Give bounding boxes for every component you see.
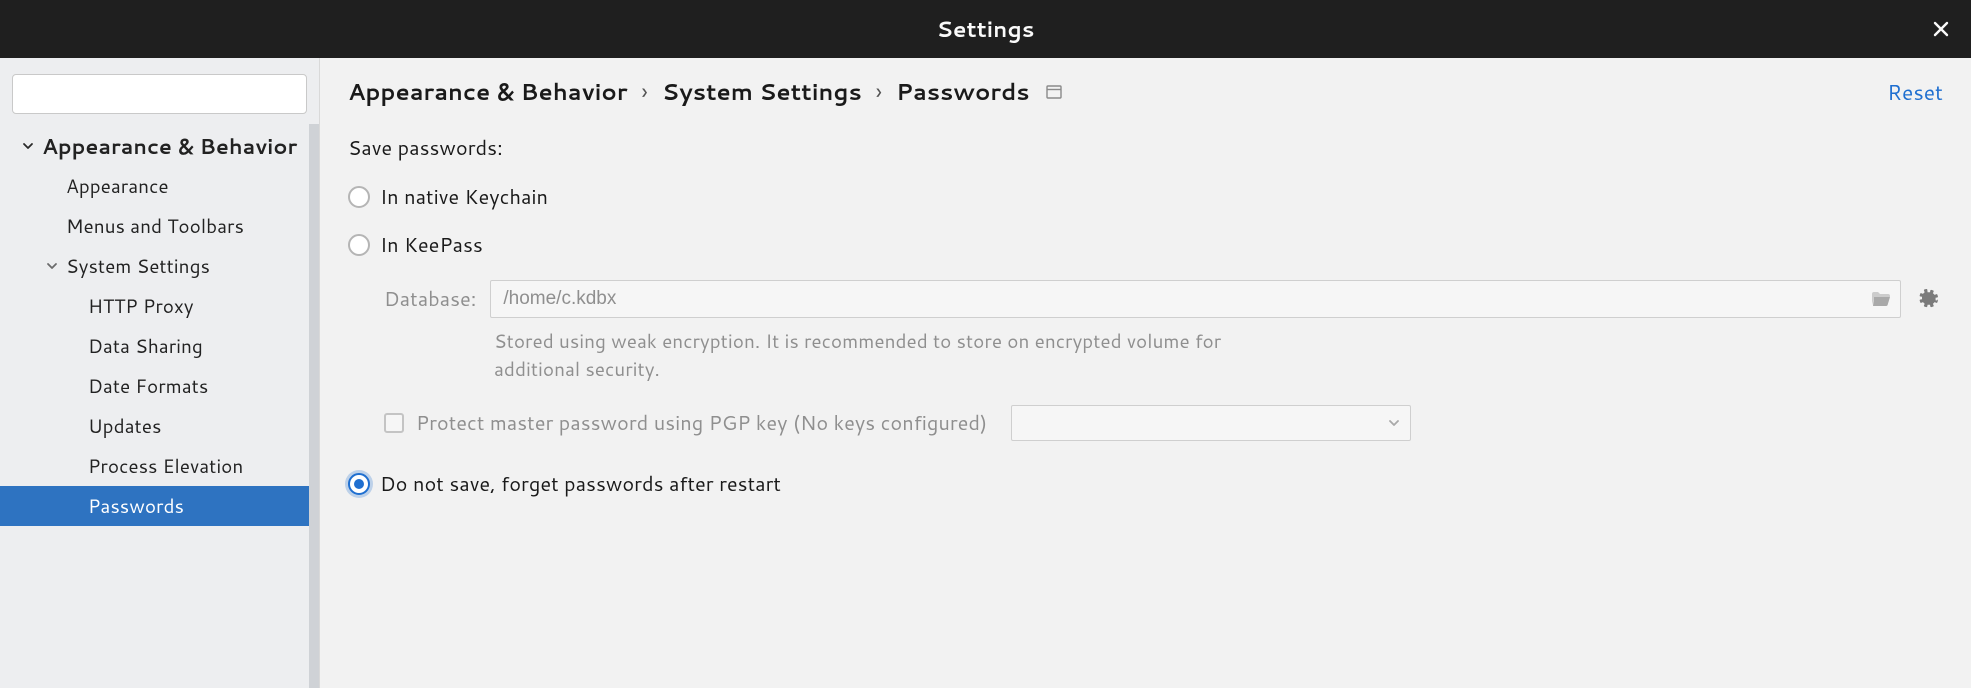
tree-item-updates[interactable]: Updates	[0, 406, 319, 446]
gear-button[interactable]	[1915, 285, 1943, 313]
gear-icon	[1919, 289, 1939, 309]
tree-item-label: Appearance	[66, 173, 169, 200]
tree-item-label: Process Elevation	[88, 453, 243, 480]
search-input[interactable]	[12, 74, 307, 114]
tree-item-label: Menus and Toolbars	[66, 213, 244, 240]
sidebar: ▾ Appearance & Behavior Appearance Menus…	[0, 58, 320, 688]
radio-keepass[interactable]: In KeePass	[348, 226, 1943, 264]
close-button[interactable]	[1927, 15, 1955, 43]
scrollbar[interactable]	[309, 124, 319, 688]
tree-item-menus-toolbars[interactable]: Menus and Toolbars	[0, 206, 319, 246]
window-icon	[1046, 85, 1062, 99]
tree-item-system-settings[interactable]: System Settings	[0, 246, 319, 286]
tree-item-data-sharing[interactable]: Data Sharing	[0, 326, 319, 366]
tree-item-label: Passwords	[88, 493, 184, 520]
radio-icon	[348, 186, 370, 208]
database-path-input	[490, 280, 1901, 318]
radio-label: In KeePass	[380, 231, 483, 259]
keepass-sub-block: Database: Stored using weak encryption. …	[384, 280, 1943, 441]
folder-open-icon	[1871, 291, 1891, 307]
database-label: Database:	[384, 285, 476, 313]
chevron-down-icon	[18, 140, 38, 152]
radio-label: In native Keychain	[380, 183, 548, 211]
settings-tree: Appearance & Behavior Appearance Menus a…	[0, 124, 319, 688]
chevron-down-icon	[42, 260, 62, 272]
tree-item-label: Date Formats	[88, 373, 208, 400]
chevron-down-icon	[1388, 417, 1400, 429]
database-hint: Stored using weak encryption. It is reco…	[494, 328, 1254, 383]
breadcrumb-item: Passwords	[896, 76, 1029, 108]
breadcrumb-item[interactable]: System Settings	[662, 76, 862, 108]
tree-item-label: Updates	[88, 413, 161, 440]
radio-native-keychain[interactable]: In native Keychain	[348, 178, 1943, 216]
chevron-right-icon: ›	[876, 76, 882, 108]
pgp-key-combo	[1011, 405, 1411, 441]
tree-item-date-formats[interactable]: Date Formats	[0, 366, 319, 406]
breadcrumb-item[interactable]: Appearance & Behavior	[348, 76, 628, 108]
main-panel: Appearance & Behavior › System Settings …	[320, 58, 1971, 688]
chevron-right-icon: ›	[642, 76, 648, 108]
tree-item-label: System Settings	[66, 253, 210, 280]
protect-pgp-label: Protect master password using PGP key (N…	[416, 409, 987, 437]
save-passwords-label: Save passwords:	[348, 134, 1943, 162]
tree-item-label: Appearance & Behavior	[42, 131, 297, 161]
tree-item-http-proxy[interactable]: HTTP Proxy	[0, 286, 319, 326]
tree-item-label: Data Sharing	[88, 333, 203, 360]
protect-pgp-checkbox	[384, 413, 404, 433]
window-title: Settings	[937, 14, 1035, 45]
breadcrumb: Appearance & Behavior › System Settings …	[348, 76, 1943, 108]
titlebar: Settings	[0, 0, 1971, 58]
radio-do-not-save[interactable]: Do not save, forget passwords after rest…	[348, 465, 1943, 503]
reset-link[interactable]: Reset	[1887, 77, 1943, 107]
radio-label: Do not save, forget passwords after rest…	[380, 470, 781, 498]
tree-item-passwords[interactable]: Passwords	[0, 486, 319, 526]
tree-item-appearance-behavior[interactable]: Appearance & Behavior	[0, 126, 319, 166]
radio-icon	[348, 473, 370, 495]
radio-icon	[348, 234, 370, 256]
close-icon	[1932, 20, 1950, 38]
tree-item-appearance[interactable]: Appearance	[0, 166, 319, 206]
tree-item-process-elevation[interactable]: Process Elevation	[0, 446, 319, 486]
tree-item-label: HTTP Proxy	[88, 293, 194, 320]
